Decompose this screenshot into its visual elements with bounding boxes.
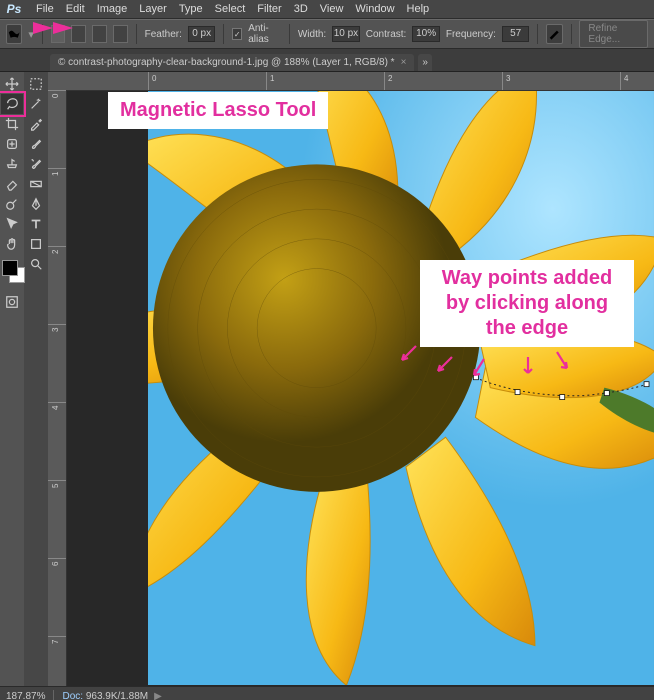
document-image[interactable] (148, 90, 654, 685)
anti-alias-label: Anti-alias (248, 23, 281, 45)
menu-type[interactable]: Type (173, 1, 209, 17)
path-select-tool-icon[interactable] (1, 214, 23, 234)
document-tab-bar: © contrast-photography-clear-background-… (0, 49, 654, 72)
pen-tool-icon[interactable] (25, 194, 47, 214)
app-logo: Ps (4, 2, 24, 16)
ruler-tick-label: 3 (506, 74, 510, 83)
marquee-tool-icon[interactable] (25, 74, 47, 94)
lasso-tool-icon[interactable] (1, 94, 23, 114)
menu-3d[interactable]: 3D (288, 1, 314, 17)
menu-edit[interactable]: Edit (60, 1, 91, 17)
anti-alias-checkbox[interactable]: ✓ (232, 28, 242, 40)
annotation-arrow-icon (33, 22, 53, 34)
history-brush-tool-icon[interactable] (25, 154, 47, 174)
frequency-input[interactable]: 57 (502, 26, 530, 42)
magic-wand-tool-icon[interactable] (25, 94, 47, 114)
ruler-tick-label: 5 (51, 484, 60, 488)
color-swatches[interactable] (0, 258, 24, 284)
crop-tool-icon[interactable] (1, 114, 23, 134)
frequency-label: Frequency: (446, 29, 496, 40)
selection-subtract-icon[interactable] (92, 25, 107, 43)
spot-heal-tool-icon[interactable] (1, 134, 23, 154)
menu-filter[interactable]: Filter (251, 1, 287, 17)
annotation-arrow-icon (518, 355, 540, 377)
menu-file[interactable]: File (30, 1, 60, 17)
menu-image[interactable]: Image (91, 1, 134, 17)
ruler-tick-label: 6 (51, 562, 60, 566)
menu-select[interactable]: Select (209, 1, 252, 17)
selection-add-icon[interactable] (71, 25, 86, 43)
annotation-arrow-icon (53, 22, 73, 34)
eyedropper-tool-icon[interactable] (25, 114, 47, 134)
annotation-tool-label: Magnetic Lasso Tool (108, 92, 328, 129)
type-tool-icon[interactable] (25, 214, 47, 234)
annotation-arrow-icon (434, 355, 456, 377)
annotation-arrow-icon (553, 350, 575, 372)
ruler-tick-label: 4 (51, 406, 60, 410)
annotation-waypoints-label: Way points added by clicking along the e… (420, 260, 634, 347)
doc-size-value: 963.9K/1.88M (86, 691, 148, 700)
feather-label: Feather: (145, 29, 182, 40)
separator (571, 24, 572, 44)
separator (537, 24, 538, 44)
ruler-tick-label: 3 (51, 328, 60, 332)
status-bar: 187.87% Doc: 963.9K/1.88M ▶ (0, 686, 654, 700)
annotation-arrow-icon (398, 344, 420, 366)
tab-overflow-icon[interactable]: » (418, 54, 432, 71)
width-label: Width: (298, 29, 326, 40)
ruler-horizontal[interactable]: 0 1 2 3 4 (66, 72, 654, 91)
tool-preset-icon[interactable] (6, 24, 22, 44)
ruler-tick-label: 2 (51, 250, 60, 254)
brush-tool-icon[interactable] (25, 134, 47, 154)
close-tab-icon[interactable]: × (401, 57, 407, 68)
canvas-area[interactable]: 0 1 2 3 4 5 6 7 0 1 2 3 4 (48, 72, 654, 686)
width-input[interactable]: 10 px (332, 26, 360, 42)
refine-edge-button[interactable]: Refine Edge... (579, 20, 648, 48)
annotation-arrow-icon (468, 357, 490, 379)
foreground-color-swatch[interactable] (2, 260, 18, 276)
ruler-tick-label: 1 (51, 172, 60, 176)
ruler-tick-label: 0 (152, 74, 156, 83)
clone-stamp-tool-icon[interactable] (1, 154, 23, 174)
move-tool-icon[interactable] (1, 74, 23, 94)
shape-tool-icon[interactable] (25, 234, 47, 254)
document-title: © contrast-photography-clear-background-… (58, 57, 395, 68)
ruler-vertical[interactable]: 0 1 2 3 4 5 6 7 (48, 72, 67, 686)
ruler-tick-label: 2 (388, 74, 392, 83)
separator (289, 24, 290, 44)
status-menu-icon[interactable]: ▶ (154, 691, 162, 700)
menu-layer[interactable]: Layer (133, 1, 173, 17)
pen-pressure-icon[interactable] (546, 24, 562, 44)
toolbox-col-a (0, 72, 24, 686)
gradient-tool-icon[interactable] (25, 174, 47, 194)
ruler-tick-label: 0 (51, 94, 60, 98)
toolbox-col-b (24, 72, 48, 686)
selection-intersect-icon[interactable] (113, 25, 128, 43)
quick-mask-icon[interactable] (1, 292, 23, 312)
dodge-tool-icon[interactable] (1, 194, 23, 214)
feather-input[interactable]: 0 px (188, 26, 216, 42)
contrast-input[interactable]: 10% (412, 26, 440, 42)
menu-window[interactable]: Window (349, 1, 400, 17)
menu-view[interactable]: View (314, 1, 350, 17)
ruler-tick-label: 7 (51, 640, 60, 644)
eraser-tool-icon[interactable] (1, 174, 23, 194)
contrast-label: Contrast: (366, 29, 407, 40)
separator (223, 24, 224, 44)
menu-bar: Ps File Edit Image Layer Type Select Fil… (0, 0, 654, 19)
zoom-level[interactable]: 187.87% (6, 691, 45, 700)
zoom-tool-icon[interactable] (25, 254, 47, 274)
document-tab[interactable]: © contrast-photography-clear-background-… (50, 54, 414, 71)
options-bar: ▾ Feather: 0 px ✓ Anti-alias Width: 10 p… (0, 19, 654, 49)
menu-help[interactable]: Help (401, 1, 436, 17)
ruler-tick-label: 1 (270, 74, 274, 83)
doc-size-label: Doc: (62, 691, 83, 700)
ruler-tick-label: 4 (624, 74, 628, 83)
separator (136, 24, 137, 44)
hand-tool-icon[interactable] (1, 234, 23, 254)
